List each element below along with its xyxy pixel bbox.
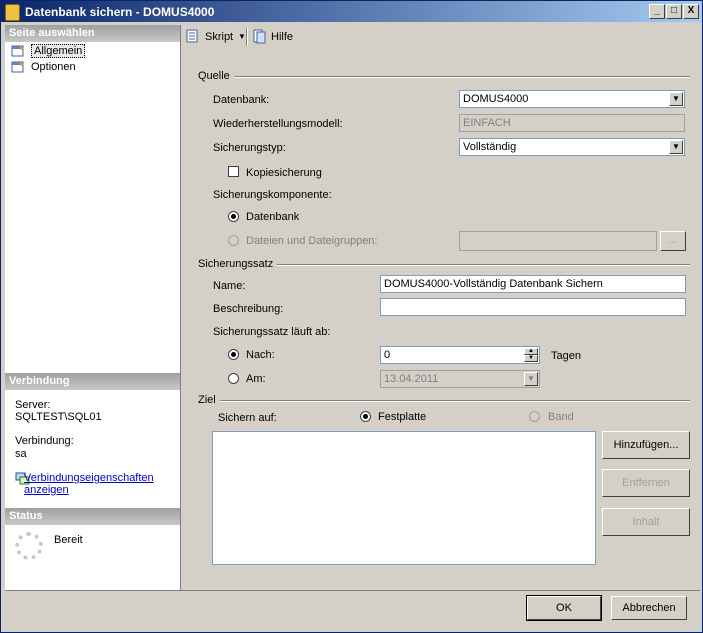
recovery-model-value: EINFACH xyxy=(463,117,511,129)
title-bar[interactable]: Datenbank sichern - DOMUS4000 _ □ X xyxy=(1,1,702,22)
page-item-general[interactable]: Allgemein xyxy=(11,43,86,59)
expires-after-days-input[interactable]: 0 ▲ ▼ xyxy=(380,346,540,364)
recovery-model-field: EINFACH xyxy=(459,114,685,132)
page-item-label: Allgemein xyxy=(31,44,86,58)
expires-label: Sicherungssatz läuft ab: xyxy=(213,326,331,338)
destination-disk-label: Festplatte xyxy=(378,411,427,423)
page-item-label: Optionen xyxy=(31,61,76,73)
select-page-header: Seite auswählen xyxy=(5,25,180,42)
expires-after-radio[interactable] xyxy=(228,349,239,360)
destination-list[interactable] xyxy=(212,431,596,565)
general-page-icon xyxy=(11,44,24,57)
server-label: Server: xyxy=(15,399,51,411)
backup-type-select[interactable]: Vollständig ▼ xyxy=(459,138,685,156)
days-label: Tagen xyxy=(551,350,581,362)
database-select[interactable]: DOMUS4000 ▼ xyxy=(459,90,685,108)
cancel-button[interactable]: Abbrechen xyxy=(611,596,687,620)
left-pane: Seite auswählen Allgemein Optionen Verbi… xyxy=(5,25,181,590)
description-input[interactable] xyxy=(380,298,686,316)
connection-properties-link-line1: Verbindungseigenschaften xyxy=(24,472,154,484)
spin-down-icon[interactable]: ▼ xyxy=(524,355,538,362)
copy-only-checkbox[interactable] xyxy=(228,166,239,177)
dialog-footer: OK Abbrechen xyxy=(5,590,700,631)
spin-up-icon[interactable]: ▲ xyxy=(524,348,538,355)
component-files-label: Dateien und Dateigruppen: xyxy=(246,235,378,247)
status-header: Status xyxy=(5,508,180,525)
minimize-button[interactable]: _ xyxy=(649,4,665,19)
destination-tape-label: Band xyxy=(548,411,574,423)
options-page-icon xyxy=(11,60,24,73)
backup-set-group-label: Sicherungssatz xyxy=(198,258,278,270)
chevron-down-icon: ▼ xyxy=(669,92,683,106)
description-label: Beschreibung: xyxy=(213,303,284,315)
contents-button[interactable]: Inhalt xyxy=(602,508,690,536)
window-title: Datenbank sichern - DOMUS4000 xyxy=(25,5,215,19)
status-value: Bereit xyxy=(54,534,83,546)
expires-on-date-value: 13.04.2011 xyxy=(384,373,439,385)
destination-group-label: Ziel xyxy=(198,394,220,406)
right-pane: Skript ▼ Hilfe Quelle Datenbank: DOMUS40… xyxy=(182,25,700,590)
backup-type-label: Sicherungstyp: xyxy=(213,142,286,154)
connection-header: Verbindung xyxy=(5,373,180,390)
destination-disk-radio[interactable] xyxy=(360,411,371,422)
expires-on-date-picker[interactable]: 13.04.2011 ▼ xyxy=(380,370,540,388)
database-icon xyxy=(5,4,20,21)
destination-tape-radio[interactable] xyxy=(529,411,540,422)
close-button[interactable]: X xyxy=(683,4,699,19)
expires-on-label: Am: xyxy=(246,373,266,385)
expires-on-radio[interactable] xyxy=(228,373,239,384)
backup-name-value: DOMUS4000-Vollständig Datenbank Sichern xyxy=(384,278,603,290)
connection-properties-link[interactable]: Verbindungseigenschaften anzeigen xyxy=(24,472,154,496)
chevron-down-icon: ▼ xyxy=(669,140,683,154)
connection-properties-link-line2: anzeigen xyxy=(24,484,69,496)
dropdown-arrow-icon: ▼ xyxy=(238,32,246,41)
progress-spinner-icon xyxy=(15,532,43,560)
backup-name-label: Name: xyxy=(213,280,246,292)
copy-only-label: Kopiesicherung xyxy=(246,167,322,179)
backup-to-label: Sichern auf: xyxy=(218,412,277,424)
destination-group: Ziel xyxy=(198,394,690,406)
source-group-label: Quelle xyxy=(198,70,234,82)
connection-label: Verbindung: xyxy=(15,435,74,447)
help-icon xyxy=(253,29,266,44)
database-label: Datenbank: xyxy=(213,94,270,106)
component-files-radio[interactable] xyxy=(228,235,239,246)
script-icon xyxy=(186,29,198,43)
backup-set-group: Sicherungssatz xyxy=(198,258,690,270)
toolbar-separator xyxy=(246,28,248,46)
script-label: Skript xyxy=(205,31,234,43)
maximize-button[interactable]: □ xyxy=(666,4,682,19)
files-field xyxy=(459,231,657,251)
page-item-options[interactable]: Optionen xyxy=(11,59,76,75)
files-browse-button[interactable]: ... xyxy=(660,231,686,251)
remove-destination-button[interactable]: Entfernen xyxy=(602,469,690,497)
ok-button[interactable]: OK xyxy=(526,595,602,621)
server-value: SQLTEST\SQL01 xyxy=(15,411,102,423)
expires-after-label: Nach: xyxy=(246,349,275,361)
backup-type-select-value: Vollständig xyxy=(463,141,517,153)
database-select-value: DOMUS4000 xyxy=(463,93,529,105)
chevron-down-icon: ▼ xyxy=(524,372,538,386)
toolbar: Skript ▼ Hilfe xyxy=(182,25,700,47)
connection-value: sa xyxy=(15,448,27,460)
recovery-model-label: Wiederherstellungsmodell: xyxy=(213,118,343,130)
add-destination-button[interactable]: Hinzufügen... xyxy=(602,431,690,459)
expires-after-days-value: 0 xyxy=(384,349,391,361)
backup-name-input[interactable]: DOMUS4000-Vollständig Datenbank Sichern xyxy=(380,275,686,293)
component-database-label: Datenbank xyxy=(246,211,300,223)
component-database-radio[interactable] xyxy=(228,211,239,222)
source-group: Quelle xyxy=(198,70,690,82)
backup-dialog-window: Datenbank sichern - DOMUS4000 _ □ X Seit… xyxy=(0,0,703,633)
backup-component-label: Sicherungskomponente: xyxy=(213,189,332,201)
help-label: Hilfe xyxy=(271,31,294,43)
